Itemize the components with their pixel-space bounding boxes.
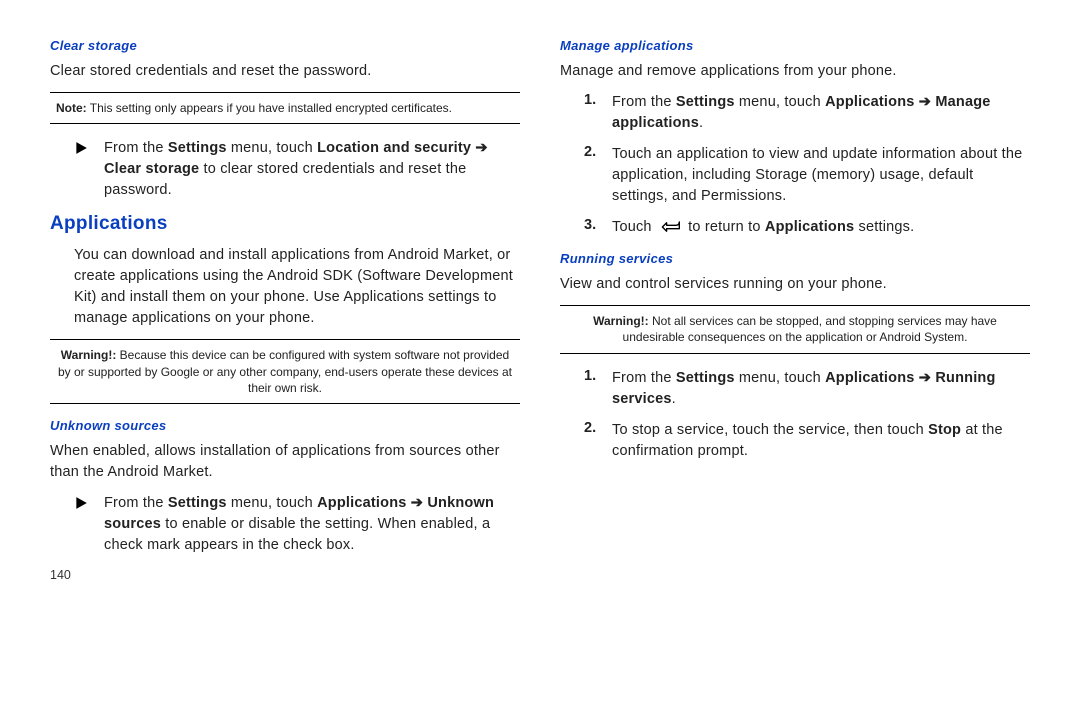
unknown-step-text: From the Settings menu, touch Applicatio…: [104, 493, 520, 556]
arrow-icon: ➔: [919, 370, 931, 386]
t: From the: [104, 495, 168, 511]
step-text: Touch an application to view and update …: [612, 144, 1030, 207]
arrow-icon: ➔: [919, 94, 931, 110]
t: .: [672, 391, 676, 407]
list-item: 1. From the Settings menu, touch Applica…: [584, 92, 1030, 134]
running-steps: 1. From the Settings menu, touch Applica…: [584, 368, 1030, 462]
manage-intro: Manage and remove applications from your…: [560, 61, 1030, 82]
warn-prefix: Warning!:: [593, 314, 649, 328]
t: Touch: [612, 219, 656, 235]
t: menu, touch: [735, 370, 825, 386]
t: to return to: [684, 219, 765, 235]
warning-running: Warning!: Not all services can be stoppe…: [560, 305, 1030, 353]
heading-running-services: Running services: [560, 251, 1030, 266]
step-number: 1.: [584, 368, 602, 410]
note-prefix: Note:: [56, 101, 87, 115]
note-text: This setting only appears if you have in…: [87, 101, 452, 115]
t: menu, touch: [735, 94, 825, 110]
warn-text: Not all services can be stopped, and sto…: [623, 314, 997, 344]
heading-manage-apps: Manage applications: [560, 38, 1030, 53]
step-text: From the Settings menu, touch Applicatio…: [612, 368, 1030, 410]
left-column: Clear storage Clear stored credentials a…: [50, 38, 520, 700]
t: menu, touch: [227, 495, 317, 511]
t: Settings: [168, 495, 227, 511]
list-item: 1. From the Settings menu, touch Applica…: [584, 368, 1030, 410]
t: To stop a service, touch the service, th…: [612, 422, 928, 438]
list-item: 2. To stop a service, touch the service,…: [584, 420, 1030, 462]
step-number: 1.: [584, 92, 602, 134]
arrow-icon: ➔: [411, 495, 423, 511]
page-number: 140: [50, 568, 520, 582]
applications-intro: You can download and install application…: [74, 245, 520, 329]
t: Settings: [676, 370, 735, 386]
arrow-icon: ➔: [475, 140, 487, 156]
heading-applications: Applications: [50, 213, 520, 235]
clear-storage-step: From the Settings menu, touch Location a…: [50, 138, 520, 201]
heading-clear-storage: Clear storage: [50, 38, 520, 53]
step-text: Touch to return to Applications settings…: [612, 217, 1030, 241]
t: settings.: [854, 219, 914, 235]
step-number: 3.: [584, 217, 602, 241]
t: From the: [104, 140, 168, 156]
triangle-bullet-icon: [74, 493, 94, 515]
t: menu, touch: [227, 140, 317, 156]
t: Clear storage: [104, 161, 199, 177]
warn-prefix: Warning!:: [61, 348, 117, 362]
t: to enable or disable the setting. When e…: [104, 516, 490, 553]
t: Settings: [168, 140, 227, 156]
t: Applications: [825, 94, 919, 110]
t: Stop: [928, 422, 961, 438]
step-number: 2.: [584, 420, 602, 462]
note-clear-storage: Note: This setting only appears if you h…: [50, 92, 520, 124]
list-item: 2. Touch an application to view and upda…: [584, 144, 1030, 207]
t: Applications: [825, 370, 919, 386]
warn-text: Because this device can be configured wi…: [58, 348, 512, 394]
t: Location and security: [317, 140, 475, 156]
triangle-bullet-icon: [74, 138, 94, 160]
step-text: To stop a service, touch the service, th…: [612, 420, 1030, 462]
clear-storage-step-text: From the Settings menu, touch Location a…: [104, 138, 520, 201]
running-intro: View and control services running on you…: [560, 274, 1030, 295]
back-return-icon: [659, 220, 681, 241]
manual-page: Clear storage Clear stored credentials a…: [0, 0, 1080, 720]
step-number: 2.: [584, 144, 602, 207]
t: .: [699, 115, 703, 131]
manage-steps: 1. From the Settings menu, touch Applica…: [584, 92, 1030, 241]
list-item: 3. Touch to return to Applications setti…: [584, 217, 1030, 241]
t: From the: [612, 94, 676, 110]
unknown-step: From the Settings menu, touch Applicatio…: [50, 493, 520, 556]
unknown-intro: When enabled, allows installation of app…: [50, 441, 520, 483]
t: Settings: [676, 94, 735, 110]
t: Applications: [317, 495, 411, 511]
heading-unknown-sources: Unknown sources: [50, 418, 520, 433]
warning-applications: Warning!: Because this device can be con…: [50, 339, 520, 404]
step-text: From the Settings menu, touch Applicatio…: [612, 92, 1030, 134]
t: From the: [612, 370, 676, 386]
clear-storage-intro: Clear stored credentials and reset the p…: [50, 61, 520, 82]
t: Applications: [765, 219, 854, 235]
right-column: Manage applications Manage and remove ap…: [560, 38, 1030, 700]
